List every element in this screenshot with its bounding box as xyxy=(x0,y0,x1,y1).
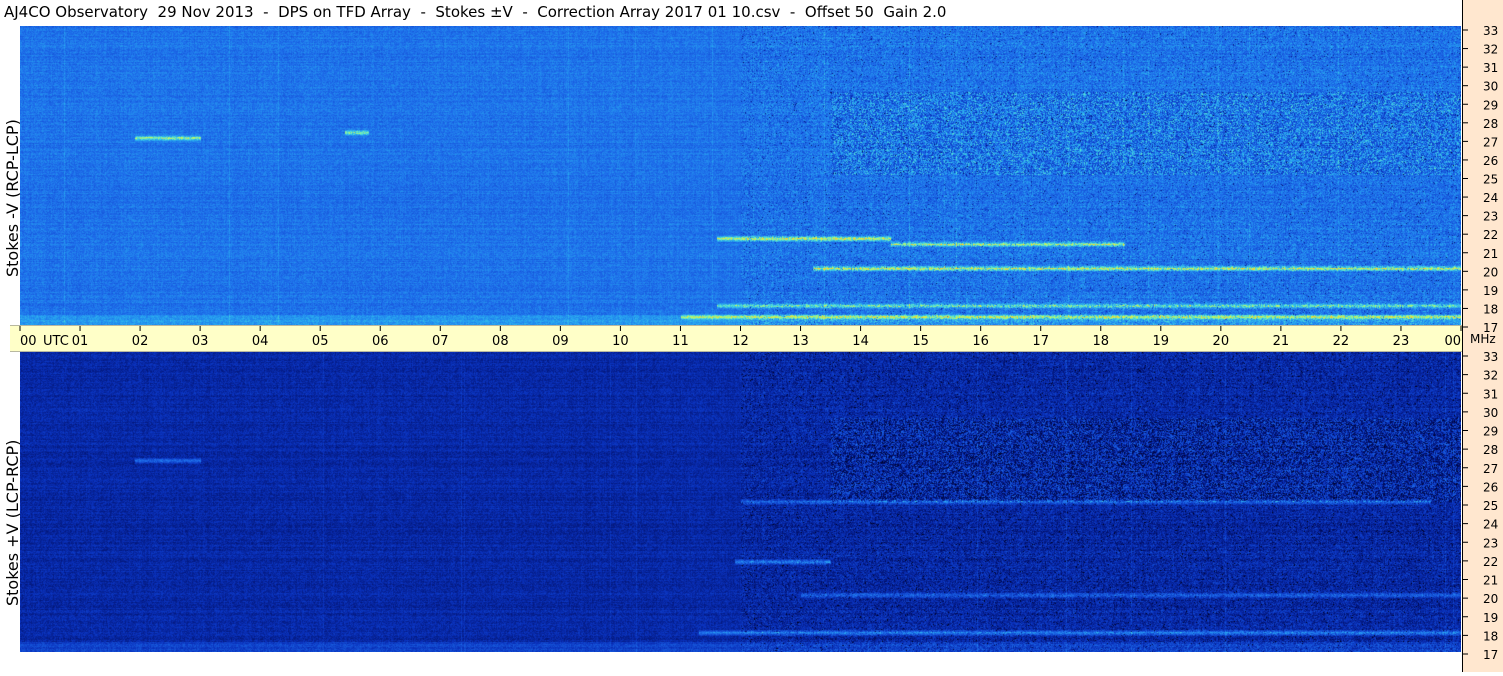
time-tick-label: 21 xyxy=(1273,334,1290,349)
freq-tick-label: 28 xyxy=(1483,117,1498,131)
freq-tick-label: 30 xyxy=(1483,406,1498,420)
freq-tick-label: 21 xyxy=(1483,247,1498,261)
spectrogram-top-canvas xyxy=(20,26,1461,325)
time-tick-label: 23 xyxy=(1393,334,1410,349)
freq-tick-label: 31 xyxy=(1483,61,1498,75)
time-tick-label: 13 xyxy=(792,334,809,349)
freq-tick-label: 18 xyxy=(1483,302,1498,316)
frequency-axis-svg: 1718192021222324252627282930313233171819… xyxy=(1463,24,1498,662)
freq-tick-label: 20 xyxy=(1483,265,1498,279)
freq-tick-label: 33 xyxy=(1483,24,1498,38)
time-tick-label: 07 xyxy=(432,334,449,349)
time-tick-label: 03 xyxy=(192,334,209,349)
time-tick-label: 18 xyxy=(1092,334,1109,349)
freq-tick-label: 18 xyxy=(1483,629,1498,643)
freq-tick-label: 24 xyxy=(1483,518,1498,532)
spectrogram-top-panel xyxy=(20,26,1461,325)
freq-tick-label: 30 xyxy=(1483,80,1498,94)
spectrogram-bottom-canvas xyxy=(20,352,1461,652)
time-unit-label: UTC xyxy=(43,334,69,349)
freq-tick-label: 28 xyxy=(1483,443,1498,457)
time-tick-label: 05 xyxy=(312,334,329,349)
time-tick-label: 01 xyxy=(72,334,89,349)
time-tick-label: 11 xyxy=(672,334,689,349)
time-tick-label: 15 xyxy=(912,334,929,349)
freq-tick-label: 26 xyxy=(1483,154,1498,168)
freq-tick-label: 33 xyxy=(1483,350,1498,364)
time-axis-bar: 00 01 02 03 04 05 06 07 08 09 10 11 12 13 14 15 16 17 18 19… xyxy=(10,325,1462,352)
time-tick-label: 09 xyxy=(552,334,569,349)
time-tick-label: 00 xyxy=(1444,334,1461,349)
time-tick-label: 08 xyxy=(492,334,509,349)
time-tick-label: 02 xyxy=(132,334,149,349)
time-tick-label: 19 xyxy=(1153,334,1170,349)
freq-tick-label: 27 xyxy=(1483,462,1498,476)
time-tick-label: 12 xyxy=(732,334,749,349)
freq-tick-label: 25 xyxy=(1483,499,1498,513)
freq-tick-label: 23 xyxy=(1483,536,1498,550)
time-tick-label: 04 xyxy=(252,334,269,349)
freq-unit-label: MHz xyxy=(1470,332,1496,346)
spectrogram-bottom-panel xyxy=(20,352,1461,652)
freq-tick-label: 29 xyxy=(1483,425,1498,439)
freq-tick-label: 20 xyxy=(1483,592,1498,606)
time-tick-label: 22 xyxy=(1333,334,1350,349)
freq-tick-label: 26 xyxy=(1483,480,1498,494)
freq-tick-label: 23 xyxy=(1483,210,1498,224)
freq-tick-label: 22 xyxy=(1483,228,1498,242)
time-axis-svg: 00 01 02 03 04 05 06 07 08 09 10 11 12 13 14 15 16 17 18 19… xyxy=(19,326,1462,349)
freq-tick-label: 31 xyxy=(1483,387,1498,401)
freq-tick-label: 19 xyxy=(1483,284,1498,298)
time-tick-label: 10 xyxy=(612,334,629,349)
freq-tick-label: 24 xyxy=(1483,191,1498,205)
time-tick-label: 17 xyxy=(1032,334,1049,349)
freq-tick-label: 32 xyxy=(1483,43,1498,57)
freq-tick-label: 32 xyxy=(1483,369,1498,383)
time-tick-label: 00 xyxy=(20,334,37,349)
freq-tick-label: 17 xyxy=(1483,648,1498,662)
time-tick-label: 20 xyxy=(1213,334,1230,349)
time-tick-label: 06 xyxy=(372,334,389,349)
freq-tick-label: 22 xyxy=(1483,555,1498,569)
freq-tick-label: 19 xyxy=(1483,611,1498,625)
freq-tick-label: 25 xyxy=(1483,173,1498,187)
freq-tick-label: 27 xyxy=(1483,135,1498,149)
chart-title: AJ4CO Observatory 29 Nov 2013 - DPS on T… xyxy=(4,3,947,21)
time-tick-label: 14 xyxy=(852,334,869,349)
freq-tick-label: 29 xyxy=(1483,98,1498,112)
frequency-axis-strip: 17 18 19 20 21 22 23 24 25 26 27 28 29 30 31 32 33 17 18 19… xyxy=(1462,0,1503,672)
time-tick-label: 16 xyxy=(972,334,989,349)
freq-tick-label: 21 xyxy=(1483,574,1498,588)
